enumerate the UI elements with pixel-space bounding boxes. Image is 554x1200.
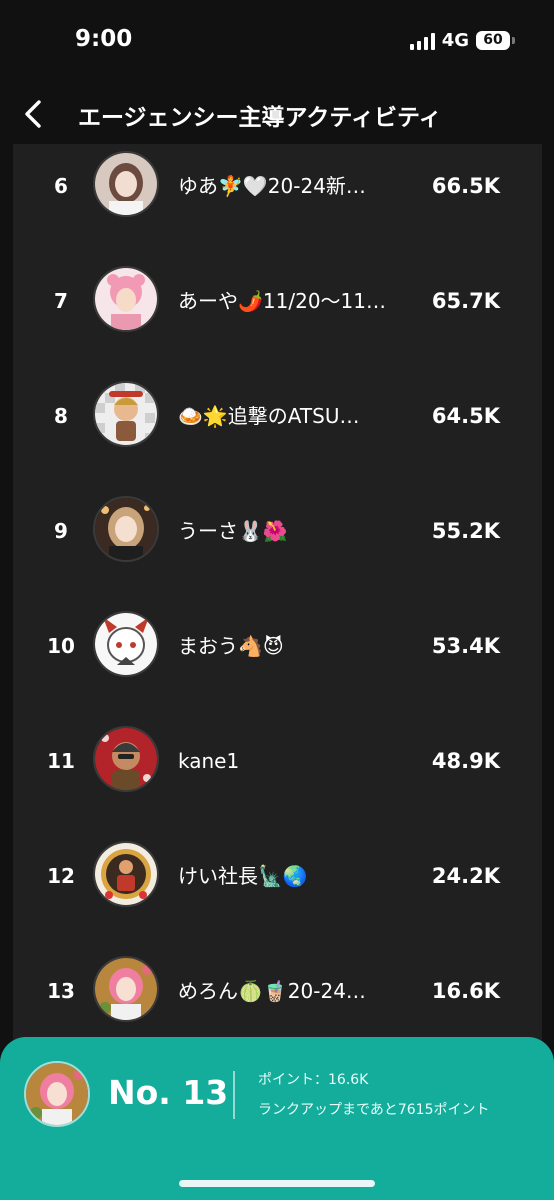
- user-points: 64.5K: [431, 404, 500, 428]
- my-rank: No. 13: [108, 1073, 229, 1112]
- rank-number: 9: [54, 519, 68, 543]
- avatar[interactable]: [93, 726, 159, 792]
- status-indicators: 4G 60: [409, 30, 515, 51]
- ranking-row[interactable]: 11 kane1 48.9K: [13, 719, 542, 834]
- user-points: 16.6K: [431, 979, 500, 1003]
- rank-number: 8: [54, 404, 68, 428]
- user-points: 48.9K: [431, 749, 500, 773]
- ranking-row[interactable]: 13 めろん🍈🧋20-24… 16.6K: [13, 949, 542, 1044]
- user-name: あーや🌶️11/20〜11…: [178, 289, 386, 313]
- user-name: めろん🍈🧋20-24…: [178, 979, 366, 1003]
- user-name: けい社長🗽🌏: [178, 864, 308, 888]
- user-points: 55.2K: [431, 519, 500, 543]
- my-rank-card: No. 13 ポイント：16.6K ランクアップまであと7615ポイント: [0, 1037, 554, 1200]
- avatar[interactable]: [93, 611, 159, 677]
- avatar[interactable]: [93, 266, 159, 332]
- rank-number: 11: [47, 749, 75, 773]
- avatar[interactable]: [93, 841, 159, 907]
- battery-icon: 60: [476, 31, 515, 50]
- user-name: まおう🐴😈: [178, 634, 284, 658]
- rank-number: 12: [47, 864, 75, 888]
- user-points: 66.5K: [431, 174, 500, 198]
- home-indicator[interactable]: [179, 1180, 375, 1187]
- rank-number: 7: [54, 289, 68, 313]
- user-name: うーさ🐰🌺: [178, 519, 288, 543]
- ranking-row[interactable]: 7 あーや🌶️11/20〜11… 65.7K: [13, 259, 542, 374]
- user-points: 53.4K: [431, 634, 500, 658]
- ranking-row[interactable]: 10 まおう🐴😈 53.4K: [13, 604, 542, 719]
- user-name: 🍛🌟追撃のATSU…: [178, 404, 360, 428]
- my-avatar[interactable]: [24, 1061, 90, 1127]
- rank-number: 10: [47, 634, 75, 658]
- avatar[interactable]: [93, 381, 159, 447]
- rank-up-remaining: ランクアップまであと7615ポイント: [258, 1102, 490, 1118]
- ranking-row[interactable]: 9 うーさ🐰🌺 55.2K: [13, 489, 542, 604]
- avatar[interactable]: [93, 496, 159, 562]
- ranking-row[interactable]: 8 🍛🌟追撃のATSU… 64.5K: [13, 374, 542, 489]
- rank-number: 6: [54, 174, 68, 198]
- divider: [233, 1071, 235, 1119]
- my-points: ポイント：16.6K: [258, 1072, 369, 1088]
- ranking-list: 6 ゆあ🧚🤍20-24新… 66.5K 7 あーや🌶️11/20〜11… 65.…: [13, 144, 542, 1044]
- status-bar: 9:00 4G 60: [0, 0, 554, 84]
- chevron-left-icon: [25, 100, 41, 128]
- avatar[interactable]: [93, 151, 159, 217]
- back-button[interactable]: [18, 96, 52, 132]
- user-points: 65.7K: [431, 289, 500, 313]
- ranking-row[interactable]: 6 ゆあ🧚🤍20-24新… 66.5K: [13, 144, 542, 259]
- signal-icon: [409, 32, 435, 50]
- rank-number: 13: [47, 979, 75, 1003]
- header: エージェンシー主導アクティビティ: [0, 84, 554, 144]
- status-time: 9:00: [75, 26, 133, 52]
- avatar[interactable]: [93, 956, 159, 1022]
- user-name: ゆあ🧚🤍20-24新…: [178, 174, 366, 198]
- network-type: 4G: [441, 30, 469, 51]
- user-name: kane1: [178, 749, 240, 773]
- user-points: 24.2K: [431, 864, 500, 888]
- page-title: エージェンシー主導アクティビティ: [78, 105, 442, 131]
- ranking-row[interactable]: 12 けい社長🗽🌏 24.2K: [13, 834, 542, 949]
